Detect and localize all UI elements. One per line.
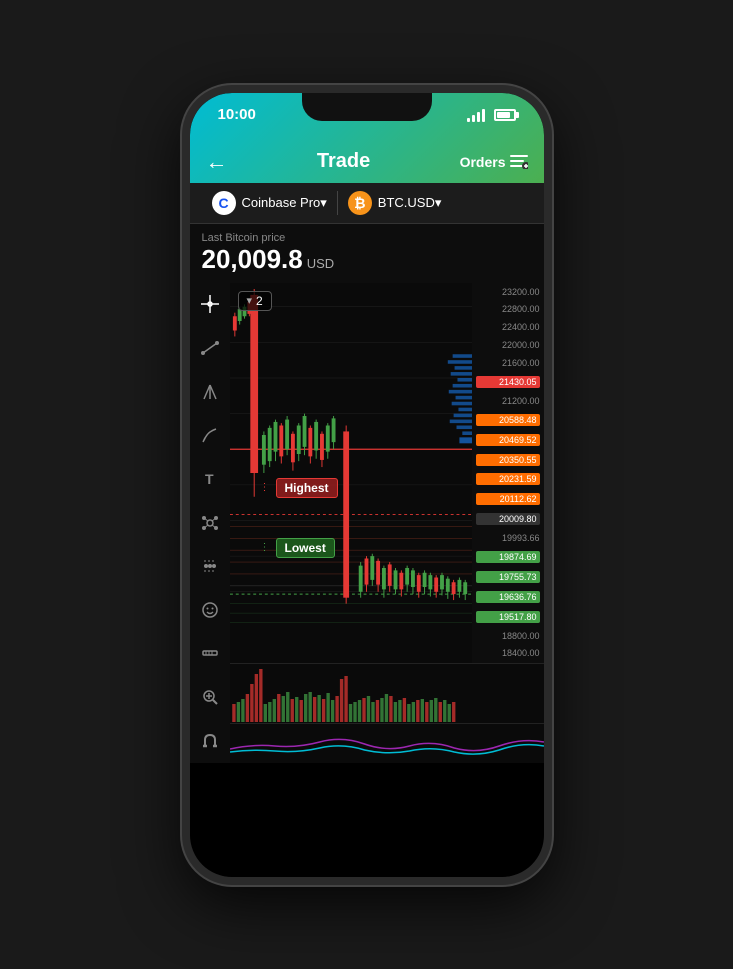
fork-tool[interactable]: [196, 378, 224, 406]
lowest-label-text: Lowest: [276, 538, 335, 558]
price-section: Last Bitcoin price 20,009.8 USD: [190, 224, 544, 283]
scale-20112: 20112.62: [476, 493, 540, 505]
price-label: Last Bitcoin price: [202, 232, 532, 244]
chart-toolbar: T: [190, 283, 230, 763]
line-tool[interactable]: [196, 334, 224, 362]
price-currency: USD: [307, 256, 334, 271]
scale-19993: 19993.66: [476, 533, 540, 543]
scale-19874: 19874.69: [476, 551, 540, 563]
status-icons: [467, 108, 516, 122]
ruler-tool[interactable]: [196, 640, 224, 668]
status-time: 10:00: [218, 106, 256, 123]
orders-icon: [510, 155, 528, 169]
crosshair-tool[interactable]: [196, 291, 224, 319]
scale-23200: 23200.00: [476, 287, 540, 297]
node-tool[interactable]: [196, 509, 224, 537]
indicator-value: 2: [256, 294, 263, 308]
zoom-tool[interactable]: [196, 683, 224, 711]
price-display: 20,009.8 USD: [202, 244, 532, 275]
exchange-selector[interactable]: C Coinbase Pro▾: [202, 191, 338, 215]
magnet-tool[interactable]: [196, 727, 224, 755]
pair-selector[interactable]: ₿ BTC.USD▾: [338, 191, 452, 215]
scale-20231: 20231.59: [476, 473, 540, 485]
exchange-name: Coinbase Pro▾: [242, 195, 327, 211]
scale-21430: 21430.05: [476, 376, 540, 388]
indicator-section: [230, 723, 544, 763]
scale-22000: 22000.00: [476, 340, 540, 350]
svg-text:T: T: [205, 471, 214, 487]
candlestick-chart[interactable]: ▾ 2: [230, 283, 472, 663]
price-scale: 23200.00 22800.00 22400.00 22000.00 2160…: [472, 283, 544, 663]
battery-icon: [494, 109, 516, 121]
pair-name: BTC.USD▾: [378, 195, 442, 211]
chart-container[interactable]: T: [190, 283, 544, 763]
phone-frame: 10:00 ← Trade Orders: [182, 85, 552, 885]
phone-inner: 10:00 ← Trade Orders: [190, 93, 544, 877]
exchange-bar: C Coinbase Pro▾ ₿ BTC.USD▾: [190, 183, 544, 224]
volume-section: [230, 663, 544, 723]
scale-22400: 22400.00: [476, 322, 540, 332]
lowest-label: ⋮ Lowest: [260, 538, 335, 558]
scale-20588: 20588.48: [476, 414, 540, 426]
btc-logo: ₿: [348, 191, 372, 215]
scale-18400: 18400.00: [476, 648, 540, 658]
scale-21200: 21200.00: [476, 396, 540, 406]
pen-tool[interactable]: [196, 421, 224, 449]
scale-19517: 19517.80: [476, 611, 540, 623]
highest-label-text: Highest: [276, 478, 338, 498]
emoji-tool[interactable]: [196, 596, 224, 624]
scale-19636: 19636.76: [476, 591, 540, 603]
scale-21600: 21600.00: [476, 358, 540, 368]
chart-svg: [230, 283, 472, 663]
scale-18800: 18800.00: [476, 631, 540, 641]
scale-20009: 20009.80: [476, 513, 540, 525]
text-tool[interactable]: T: [196, 465, 224, 493]
coinbase-logo: C: [212, 191, 236, 215]
notch: [302, 93, 432, 121]
price-amount: 20,009.8: [202, 244, 303, 275]
page-title: Trade: [317, 150, 370, 173]
highest-label: ⋮ Highest: [260, 478, 338, 498]
signal-icon: [467, 108, 485, 122]
indicator-badge[interactable]: ▾ 2: [238, 291, 272, 311]
scale-22800: 22800.00: [476, 304, 540, 314]
orders-button[interactable]: Orders: [460, 154, 528, 170]
scale-20469: 20469.52: [476, 434, 540, 446]
scale-19755: 19755.73: [476, 571, 540, 583]
volume-chart: [230, 664, 544, 724]
dots-tool[interactable]: [196, 552, 224, 580]
scale-20350: 20350.55: [476, 454, 540, 466]
indicator-chart: [230, 724, 544, 763]
back-button[interactable]: ←: [206, 149, 228, 175]
